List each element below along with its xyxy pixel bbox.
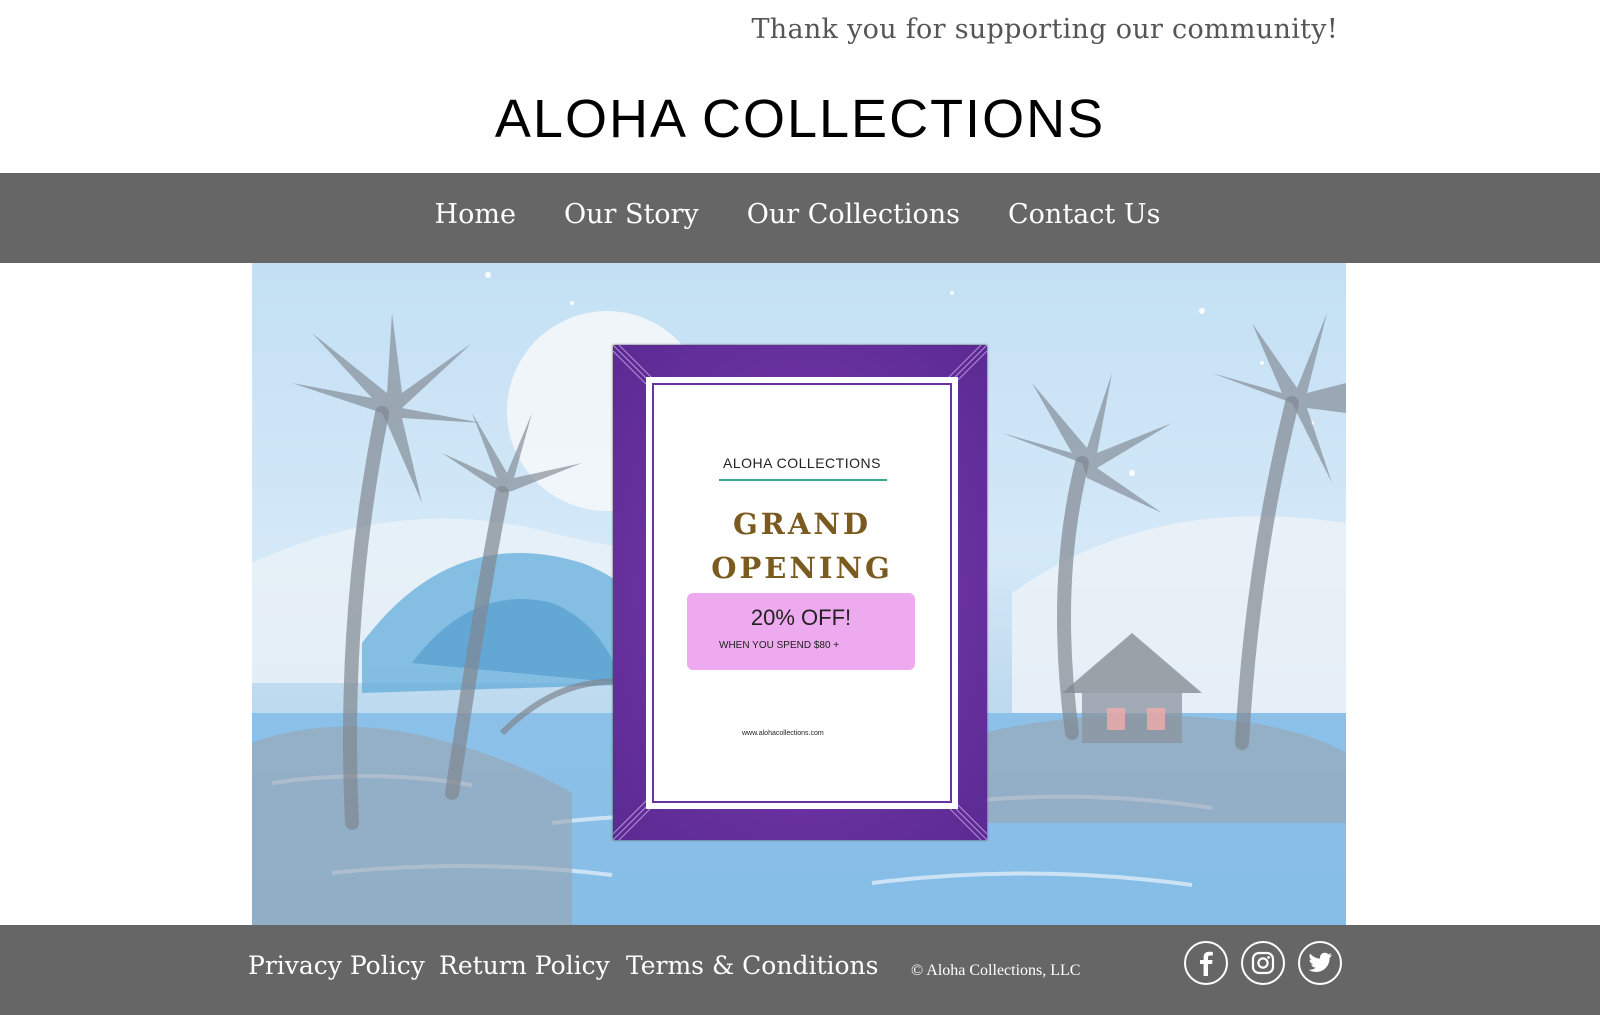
nav-our-story[interactable]: Our Story [564,199,699,230]
nav-home[interactable]: Home [435,199,516,230]
facebook-icon[interactable] [1184,941,1228,985]
site-title: ALOHA COLLECTIONS [494,89,1106,149]
copyright: © Aloha Collections, LLC [911,962,1081,979]
main-nav: Home Our Story Our Collections Contact U… [0,173,1600,263]
instagram-glyph [1251,951,1275,975]
offer-subtitle: WHEN YOU SPEND $80 + [719,640,840,651]
footer-return-policy[interactable]: Return Policy [439,951,610,980]
flyer-brand: ALOHA COLLECTIONS [723,455,881,471]
grand-opening-flyer: ALOHA COLLECTIONS GRAND OPENING 20% OFF!… [613,345,987,840]
nav-items: Home Our Story Our Collections Contact U… [0,199,1600,230]
facebook-glyph [1200,951,1213,976]
nav-our-collections[interactable]: Our Collections [747,199,960,230]
flyer-headline: GRAND OPENING [649,502,955,590]
instagram-icon[interactable] [1241,941,1285,985]
flyer-headline-line1: GRAND [732,507,872,541]
offer-title: 20% OFF! [750,605,852,630]
nav-contact-us[interactable]: Contact Us [1008,199,1160,230]
twitter-icon[interactable] [1298,941,1342,985]
twitter-glyph [1308,952,1332,972]
flyer-url: www.alohacollections.com [742,730,824,737]
footer-privacy-policy[interactable]: Privacy Policy [248,951,425,980]
flyer-divider [719,479,887,481]
footer-terms-conditions[interactable]: Terms & Conditions [626,951,878,980]
footer: Privacy Policy Return Policy Terms & Con… [0,925,1600,1015]
offer-box: 20% OFF! WHEN YOU SPEND $80 + [687,593,915,670]
flyer-card: ALOHA COLLECTIONS GRAND OPENING 20% OFF!… [646,377,958,809]
flyer-headline-line2: OPENING [711,551,893,585]
tagline: Thank you for supporting our community! [751,14,1338,45]
